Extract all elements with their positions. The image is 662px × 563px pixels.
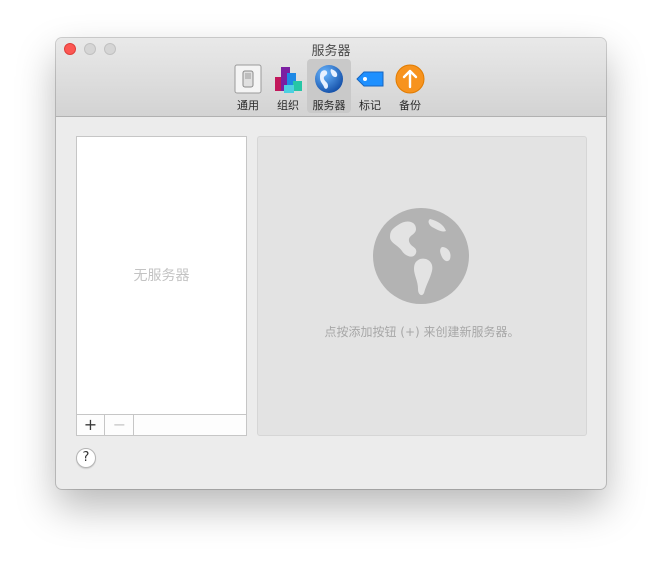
remove-server-button[interactable]: − (106, 415, 134, 435)
empty-list-text: 无服务器 (133, 268, 190, 284)
globe-icon (315, 65, 343, 93)
add-server-hint: 点按添加按钮 (+) 来创建新服务器。 (324, 325, 520, 339)
server-detail-panel: 点按添加按钮 (+) 来创建新服务器。 (257, 136, 587, 436)
toolbar-label-servers: 服务器 (312, 99, 346, 112)
add-server-button[interactable]: + (77, 415, 105, 435)
server-list[interactable]: 无服务器 + − (76, 136, 247, 436)
backup-arrow-icon (395, 64, 425, 94)
help-button[interactable]: ? (76, 448, 96, 468)
general-switch-icon (234, 64, 262, 94)
list-footer-bar: + − (77, 414, 246, 435)
title-bar: 服务器 通用 组织 服务器 标记 备份 (56, 38, 606, 117)
toolbar-item-general[interactable]: 通用 (226, 59, 270, 113)
window-title: 服务器 (311, 44, 351, 59)
toolbar-item-tags[interactable]: 标记 (348, 59, 392, 113)
toolbar-item-backup[interactable]: 备份 (388, 59, 432, 113)
organize-blocks-icon (275, 67, 302, 93)
toolbar-label-backup: 备份 (399, 99, 421, 112)
toolbar-label-general: 通用 (237, 99, 259, 112)
toolbar-label-organize: 组织 (277, 99, 299, 112)
toolbar-item-organize[interactable]: 组织 (266, 59, 310, 113)
toolbar-label-tags: 标记 (359, 99, 381, 112)
globe-placeholder-icon (373, 208, 469, 304)
preferences-window: 服务器 通用 组织 服务器 标记 备份 无服务器 + − 点按添加按钮 (+) … (56, 38, 606, 489)
tag-icon (356, 71, 384, 87)
toolbar-item-servers[interactable]: 服务器 (307, 59, 351, 113)
